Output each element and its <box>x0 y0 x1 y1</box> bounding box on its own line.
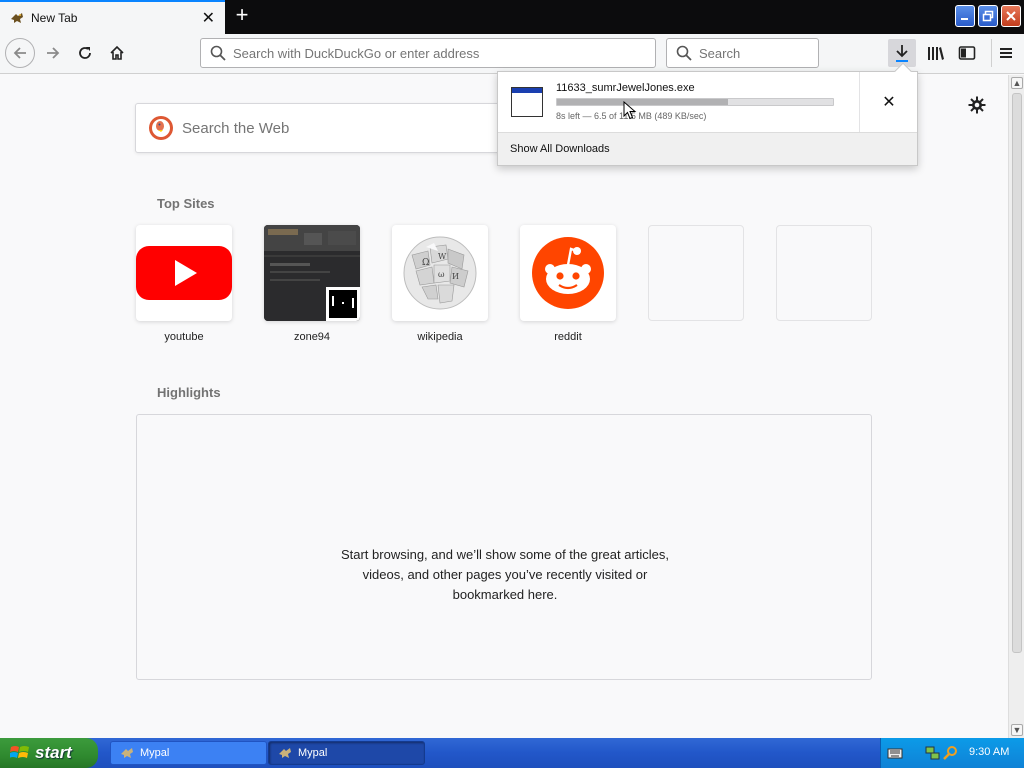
top-site-wikipedia[interactable]: Ω W И ω wikipedia <box>392 225 488 343</box>
top-site-placeholder <box>776 225 872 321</box>
taskbar-item-mypal[interactable]: Mypal <box>110 741 267 765</box>
system-tray: 9:30 AM <box>880 738 1024 768</box>
mypal-app-icon <box>121 748 133 758</box>
windows-taskbar: start Mypal Mypal 9:30 AM <box>0 738 1024 768</box>
download-arrow-icon <box>896 45 908 62</box>
top-site-placeholder <box>648 225 744 321</box>
top-site-empty-tile <box>648 225 744 321</box>
tab-bar: New Tab ✕ + <box>0 0 1024 34</box>
reddit-logo-icon <box>532 237 604 309</box>
forward-button[interactable] <box>39 39 67 67</box>
highlights-empty-state: Start browsing, and we’ll show some of t… <box>136 414 872 680</box>
top-site-label: youtube <box>164 331 204 343</box>
page-scrollbar[interactable]: ▲ ▼ <box>1008 75 1024 738</box>
sidebar-icon <box>958 46 976 60</box>
network-icon[interactable] <box>925 745 941 761</box>
download-cancel-button[interactable]: ✕ <box>859 72 918 132</box>
top-site-tile[interactable]: Ω W И ω <box>392 225 488 321</box>
restore-icon <box>982 10 994 22</box>
reload-icon <box>79 47 91 59</box>
tab-close-icon[interactable]: ✕ <box>202 8 215 28</box>
search-input[interactable] <box>699 45 809 61</box>
window-restore-button[interactable] <box>978 5 998 27</box>
close-icon <box>1006 11 1016 21</box>
download-filename: 11633_sumrJewelJones.exe <box>556 82 695 94</box>
top-site-label: reddit <box>554 331 582 343</box>
svg-text:Ω: Ω <box>422 258 429 268</box>
highlights-message: Start browsing, and we’ll show some of t… <box>340 547 670 602</box>
search-tray-icon[interactable] <box>943 745 959 761</box>
settings-gear-button[interactable] <box>966 94 988 116</box>
mypal-favicon-icon <box>11 13 23 23</box>
svg-text:W: W <box>438 252 447 261</box>
web-search-box[interactable] <box>135 103 515 153</box>
new-tab-page: Top Sites youtube <box>0 75 1008 738</box>
top-site-tile[interactable] <box>136 225 232 321</box>
keyboard-icon[interactable] <box>887 745 903 761</box>
download-progress-bar <box>556 98 834 106</box>
home-button[interactable] <box>103 39 131 67</box>
windows-logo-icon <box>10 746 29 758</box>
executable-file-icon <box>511 87 543 117</box>
downloads-panel: 11633_sumrJewelJones.exe 8s left — 6.5 o… <box>497 62 918 166</box>
search-icon <box>676 45 692 61</box>
top-site-tile[interactable] <box>264 225 360 321</box>
top-site-empty-tile <box>776 225 872 321</box>
svg-text:И: И <box>452 272 459 281</box>
taskbar-item-label: Mypal <box>140 747 170 759</box>
scroll-down-icon[interactable]: ▼ <box>1011 724 1023 736</box>
top-site-reddit[interactable]: reddit <box>520 225 616 343</box>
svg-text:ω: ω <box>438 270 445 279</box>
top-site-tile[interactable] <box>520 225 616 321</box>
mouse-cursor-icon <box>623 101 637 120</box>
tab-title: New Tab <box>31 11 78 25</box>
top-site-zone94[interactable]: zone94 <box>264 225 360 343</box>
zone94-screenshot-icon <box>264 225 360 321</box>
gear-icon <box>968 96 986 114</box>
sidebar-button[interactable] <box>953 39 981 67</box>
url-input[interactable] <box>233 45 633 61</box>
taskbar-item-label: Mypal <box>298 747 328 759</box>
hamburger-menu-icon <box>999 48 1012 58</box>
tab-new-tab[interactable]: New Tab ✕ <box>0 0 225 34</box>
start-button[interactable]: start <box>0 738 98 768</box>
scroll-up-icon[interactable]: ▲ <box>1011 77 1023 89</box>
taskbar-item-mypal-active[interactable]: Mypal <box>268 741 425 765</box>
clock: 9:30 AM <box>969 746 1010 758</box>
window-minimize-button[interactable] <box>955 5 975 27</box>
library-icon <box>928 47 944 60</box>
library-button[interactable] <box>922 39 950 67</box>
search-bar[interactable] <box>666 38 819 68</box>
home-icon <box>110 45 124 60</box>
youtube-logo-icon <box>136 246 232 300</box>
reload-button[interactable] <box>71 39 99 67</box>
show-all-downloads-button[interactable]: Show All Downloads <box>498 132 917 165</box>
download-progress-fill <box>557 99 729 105</box>
wikipedia-globe-icon: Ω W И ω <box>403 236 477 310</box>
top-site-label: wikipedia <box>417 331 463 343</box>
navigation-toolbar <box>0 34 1024 74</box>
url-bar[interactable] <box>200 38 656 68</box>
window-close-button[interactable] <box>1001 5 1021 27</box>
duckduckgo-logo-icon <box>149 116 173 140</box>
search-icon <box>210 45 226 61</box>
back-button[interactable] <box>5 38 35 68</box>
start-label: start <box>35 743 72 762</box>
web-search-input[interactable] <box>182 119 482 137</box>
top-site-youtube[interactable]: youtube <box>136 225 232 343</box>
close-icon: ✕ <box>882 94 896 111</box>
mypal-app-icon <box>279 748 291 758</box>
new-tab-button[interactable]: + <box>231 4 253 27</box>
top-sites-heading: Top Sites <box>157 196 215 211</box>
arrow-right-icon <box>47 47 60 59</box>
menu-button[interactable] <box>991 39 1019 67</box>
highlights-heading: Highlights <box>157 385 221 400</box>
scrollbar-thumb[interactable] <box>1012 93 1022 653</box>
download-item[interactable]: 11633_sumrJewelJones.exe 8s left — 6.5 o… <box>498 72 858 132</box>
top-site-label: zone94 <box>293 331 331 343</box>
minimize-icon <box>961 18 968 20</box>
arrow-left-icon <box>13 47 26 59</box>
